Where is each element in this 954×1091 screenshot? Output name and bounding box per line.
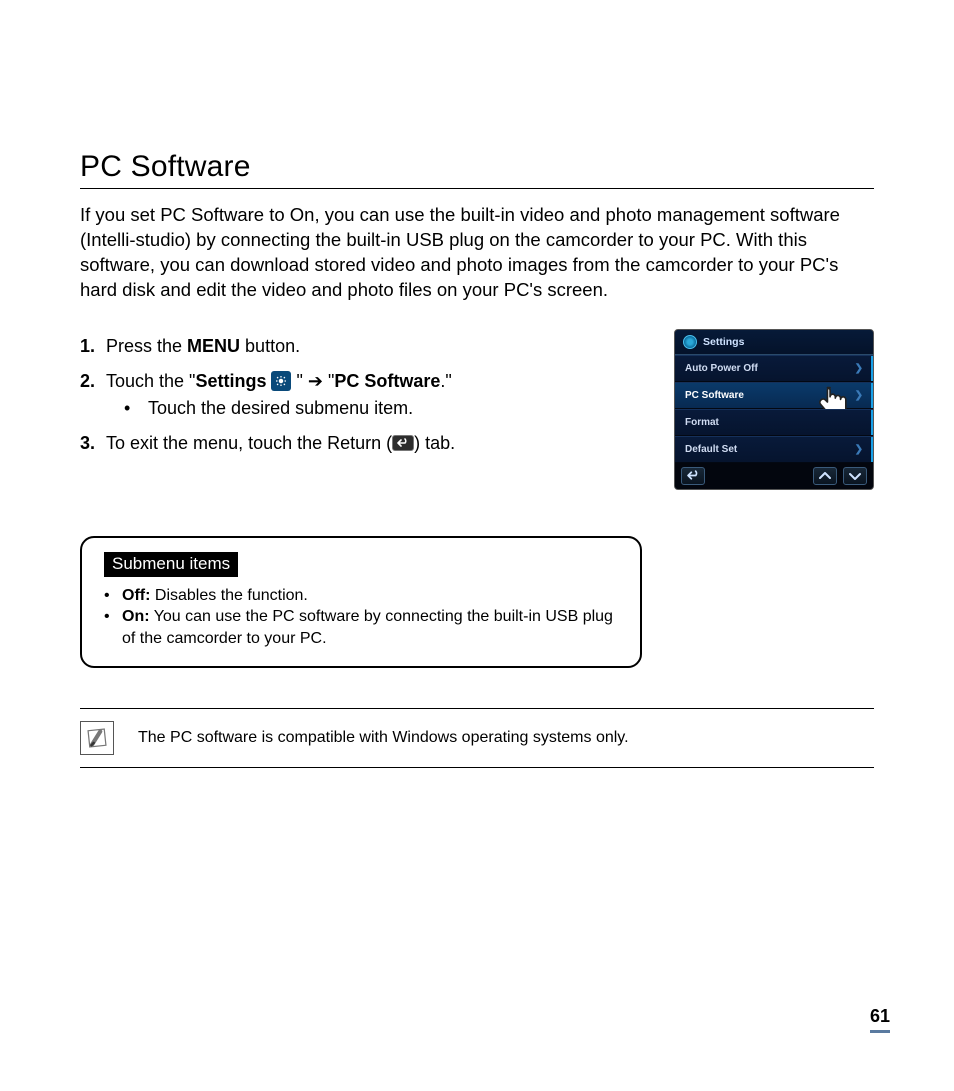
gear-icon: [271, 371, 291, 391]
device-row-pc-software[interactable]: PC Software ❯: [675, 382, 873, 409]
step-text: Press the: [106, 336, 187, 356]
on-text: You can use the PC software by connectin…: [122, 608, 613, 647]
on-label: On:: [122, 608, 150, 625]
step-number: 3.: [80, 430, 106, 457]
device-footer: [675, 463, 873, 489]
step-number: 1.: [80, 333, 106, 360]
return-icon: [392, 435, 414, 451]
off-text: Disables the function.: [150, 587, 307, 604]
submenu-box: Submenu items • Off: Disables the functi…: [80, 536, 642, 668]
bullet-icon: •: [104, 606, 122, 649]
step-2: 2. Touch the "Settings " ➔ "PC Software.…: [80, 368, 646, 422]
device-row-default-set[interactable]: Default Set ❯: [675, 436, 873, 463]
row-label: Default Set: [685, 444, 737, 455]
chevron-right-icon: ❯: [855, 363, 863, 374]
sub-text: Touch the desired submenu item.: [148, 395, 413, 422]
off-label: Off:: [122, 587, 150, 604]
step-number: 2.: [80, 368, 106, 422]
note-icon: [80, 721, 114, 755]
pc-software-label: PC Software: [334, 371, 440, 391]
step-text: " ➔ ": [291, 371, 334, 391]
submenu-item-on: • On: You can use the PC software by con…: [104, 606, 618, 649]
step-3: 3. To exit the menu, touch the Return ( …: [80, 430, 646, 457]
device-row-format[interactable]: Format: [675, 409, 873, 436]
scroll-down-button[interactable]: [843, 467, 867, 485]
return-button[interactable]: [681, 467, 705, 485]
device-row-auto-power-off[interactable]: Auto Power Off ❯: [675, 355, 873, 382]
step-text: .": [440, 371, 451, 391]
device-screenshot: Settings Auto Power Off ❯ PC Software ❯ …: [674, 329, 874, 490]
step-text: Touch the ": [106, 371, 195, 391]
note-text: The PC software is compatible with Windo…: [138, 729, 629, 747]
settings-label: Settings: [195, 371, 266, 391]
row-label: Auto Power Off: [685, 363, 758, 374]
page-title: PC Software: [80, 150, 874, 189]
chevron-right-icon: ❯: [855, 444, 863, 455]
step-text: ) tab.: [414, 433, 455, 453]
row-label: Format: [685, 417, 719, 428]
device-header: Settings: [675, 330, 873, 355]
submenu-item-off: • Off: Disables the function.: [104, 585, 618, 607]
scroll-up-button[interactable]: [813, 467, 837, 485]
step-text: button.: [240, 336, 300, 356]
row-label: PC Software: [685, 390, 744, 401]
step-1: 1. Press the MENU button.: [80, 333, 646, 360]
intro-text: If you set PC Software to On, you can us…: [80, 203, 874, 303]
page-number: 61: [870, 1006, 890, 1033]
bullet-icon: •: [104, 585, 122, 607]
step-text: To exit the menu, touch the Return (: [106, 433, 392, 453]
bullet-icon: •: [124, 395, 148, 422]
step-sub: • Touch the desired submenu item.: [124, 395, 646, 422]
steps-list: 1. Press the MENU button. 2. Touch the "…: [80, 333, 646, 465]
device-header-title: Settings: [703, 336, 744, 348]
menu-button-label: MENU: [187, 336, 240, 356]
note: The PC software is compatible with Windo…: [80, 708, 874, 768]
gear-icon: [683, 335, 697, 349]
submenu-title: Submenu items: [104, 552, 238, 577]
chevron-right-icon: ❯: [855, 390, 863, 401]
